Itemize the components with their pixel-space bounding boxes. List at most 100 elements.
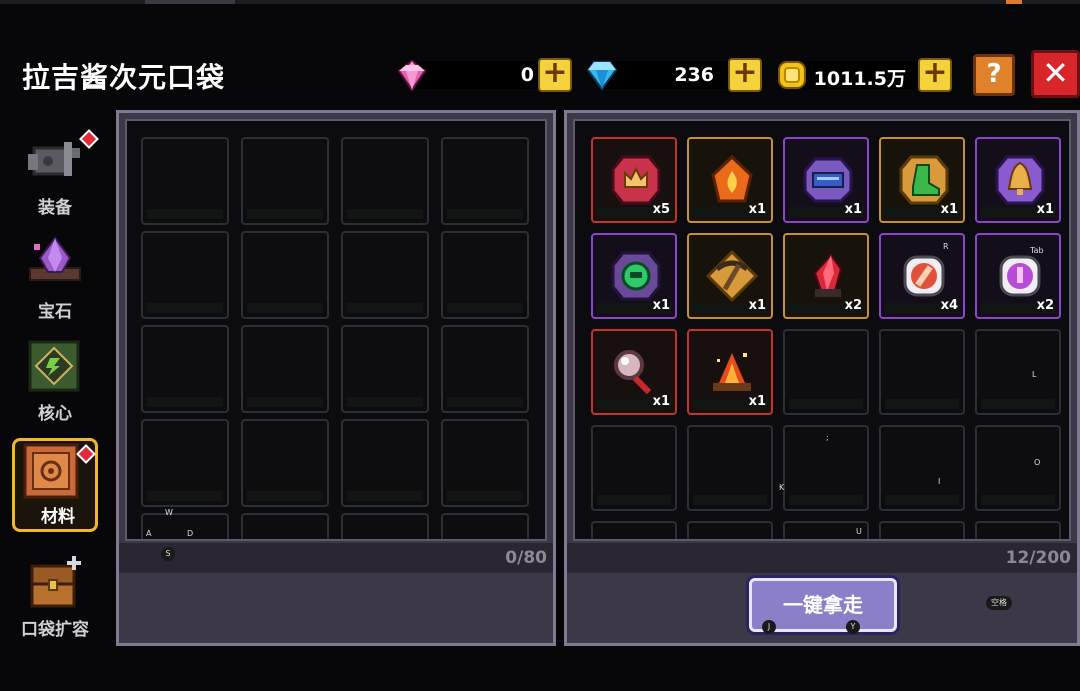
empty-slot[interactable] — [341, 419, 429, 507]
gem-icon — [29, 236, 81, 281]
keyhint-label: J — [762, 620, 776, 634]
sidebar-item-equipment[interactable]: 装备 — [12, 126, 99, 220]
green-orb-icon — [611, 251, 661, 301]
help-button[interactable]: ? — [973, 54, 1015, 96]
add-blue-gem-button[interactable]: + — [728, 58, 762, 92]
currency-gold: 1011.5万 + — [774, 57, 954, 93]
item-quantity: x5 — [652, 202, 670, 217]
empty-slot[interactable] — [441, 513, 529, 539]
empty-slot[interactable] — [241, 419, 329, 507]
blue-diamond-icon — [586, 61, 618, 91]
keyhint-label: U — [856, 527, 862, 536]
empty-slot[interactable] — [141, 325, 229, 413]
empty-slot[interactable] — [441, 419, 529, 507]
red-potion-item[interactable]: x4 — [879, 233, 965, 319]
purple-potion-item[interactable]: x2 — [975, 233, 1061, 319]
item-quantity: x1 — [1036, 202, 1054, 217]
empty-slot[interactable] — [341, 137, 429, 225]
add-pink-gem-button[interactable]: + — [538, 58, 572, 92]
empty-slot[interactable] — [341, 513, 429, 539]
empty-slot[interactable] — [141, 137, 229, 225]
empty-slot[interactable] — [241, 137, 329, 225]
empty-slot[interactable] — [141, 513, 229, 539]
empty-slot[interactable] — [241, 231, 329, 319]
core-icon — [28, 340, 80, 392]
empty-slot[interactable] — [975, 329, 1061, 415]
keyhint-label: O — [1034, 458, 1041, 467]
empty-slot[interactable] — [783, 329, 869, 415]
gold-value: 1011.5万 — [813, 68, 906, 90]
empty-slot[interactable] — [241, 325, 329, 413]
campfire-icon — [713, 353, 751, 391]
item-quantity: x2 — [844, 298, 862, 313]
item-quantity: x1 — [748, 298, 766, 313]
pickaxe-item[interactable]: x1 — [687, 233, 773, 319]
add-gold-button[interactable]: + — [918, 58, 952, 92]
item-quantity: x1 — [652, 298, 670, 313]
empty-slot[interactable] — [879, 329, 965, 415]
item-quantity: x1 — [748, 394, 766, 409]
empty-slot[interactable] — [441, 325, 529, 413]
keyhint-label: 空格 — [986, 596, 1012, 610]
sidebar-item-gem[interactable]: 宝石 — [12, 230, 98, 324]
red-crystal-item[interactable]: x2 — [783, 233, 869, 319]
backpack-count: 12/200 — [1005, 548, 1071, 568]
sidebar-item-core[interactable]: 核心 — [12, 332, 98, 426]
sidebar-item-material[interactable]: 材料 — [12, 438, 98, 532]
pink-gem-value: 0 — [520, 64, 534, 86]
empty-slot[interactable] — [341, 231, 429, 319]
storage-count: 0/80 — [505, 548, 547, 568]
campfire-item[interactable]: x1 — [687, 329, 773, 415]
sidebar-item-label: 口袋扩容 — [21, 620, 89, 640]
keyhint-label: A — [146, 529, 152, 538]
empty-slot[interactable] — [879, 425, 965, 511]
empty-slot[interactable] — [441, 137, 529, 225]
blueprint-scroll-icon — [803, 157, 853, 203]
magnifier-item[interactable]: x1 — [591, 329, 677, 415]
empty-slot[interactable] — [879, 521, 965, 539]
green-boot-item[interactable]: x1 — [879, 137, 965, 223]
keyhint-label: S — [161, 547, 175, 561]
empty-slot[interactable] — [441, 231, 529, 319]
currency-pink-gem: 0 + — [394, 57, 572, 93]
empty-slot[interactable] — [341, 325, 429, 413]
bell-item[interactable]: x1 — [975, 137, 1061, 223]
pickaxe-icon — [705, 249, 759, 303]
item-quantity: x1 — [940, 202, 958, 217]
backpack-panel: x5 x1 x1 x1 x1 x1 x1 x2 x4 x2 x1 x1 12/200 — [564, 110, 1080, 646]
keyhint-label: ; — [826, 433, 829, 442]
empty-slot[interactable] — [141, 231, 229, 319]
empty-slot[interactable] — [591, 425, 677, 511]
magnifier-icon — [614, 350, 652, 395]
item-quantity: x1 — [844, 202, 862, 217]
top-edge-strip — [0, 0, 1080, 4]
crown-badge-icon — [611, 155, 661, 205]
close-button[interactable]: ✕ — [1031, 50, 1080, 98]
backpack-grid[interactable]: x5 x1 x1 x1 x1 x1 x1 x2 x4 x2 x1 x1 — [573, 119, 1071, 541]
empty-slot[interactable] — [687, 425, 773, 511]
gold-coin-icon — [778, 61, 806, 89]
chest-icon — [30, 556, 81, 608]
purple-potion-icon — [999, 255, 1041, 297]
fire-crystal-item[interactable]: x1 — [687, 137, 773, 223]
empty-slot[interactable] — [687, 521, 773, 539]
empty-slot[interactable] — [241, 513, 329, 539]
page-title: 拉吉酱次元口袋 — [22, 61, 226, 94]
green-orb-item[interactable]: x1 — [591, 233, 677, 319]
empty-slot[interactable] — [141, 419, 229, 507]
blueprint-scroll-item[interactable]: x1 — [783, 137, 869, 223]
pocket-storage-grid[interactable] — [125, 119, 547, 541]
keyhint-label: K — [779, 483, 785, 492]
sidebar-item-expand-pocket[interactable]: 口袋扩容 — [12, 548, 98, 642]
crown-badge-item[interactable]: x5 — [591, 137, 677, 223]
item-quantity: x2 — [1036, 298, 1054, 313]
item-quantity: x1 — [748, 202, 766, 217]
empty-slot[interactable] — [975, 521, 1061, 539]
keyhint-label: I — [938, 477, 941, 486]
blue-gem-value: 236 — [674, 64, 714, 86]
keyhint-label: L — [1032, 370, 1037, 379]
empty-slot[interactable] — [591, 521, 677, 539]
empty-slot[interactable] — [975, 425, 1061, 511]
sidebar-item-label: 材料 — [41, 507, 75, 527]
currency-blue-gem: 236 + — [584, 57, 762, 93]
